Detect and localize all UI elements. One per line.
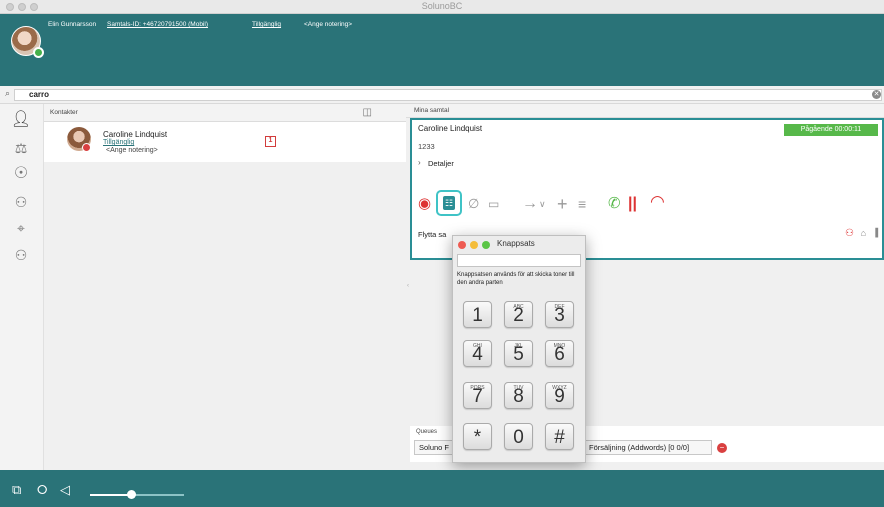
calls-header: Mina samtal	[406, 104, 884, 118]
queue-item[interactable]: Soluno F	[414, 440, 456, 455]
close-dialog-button[interactable]	[458, 241, 466, 249]
key-2[interactable]: ABC 2	[504, 301, 533, 328]
busy-status-icon	[82, 143, 91, 152]
bottom-bar	[0, 470, 884, 507]
contact-note[interactable]: <Ange notering>	[106, 147, 158, 154]
left-nav: 👤︎ ⚖︎ ☉ ⚇ ⌖ ⚇	[0, 104, 44, 470]
caller-number: 1233	[418, 142, 435, 151]
merge-calls-icon[interactable]: ≡	[578, 194, 586, 214]
clear-search-icon[interactable]: ✕	[872, 90, 881, 99]
mute-icon[interactable]: ∅	[468, 194, 479, 214]
queues-title: Queues	[416, 429, 438, 435]
search-icon: ⌕	[5, 88, 11, 98]
key-1[interactable]: 1	[463, 301, 492, 328]
transfer-icon[interactable]: →	[522, 194, 538, 214]
contacts-icon[interactable]: 👤︎	[10, 110, 32, 130]
signal-icon: ▐	[872, 228, 878, 237]
collapse-handle-icon[interactable]: ‹	[407, 283, 409, 289]
calendar-icon[interactable]: 1	[265, 136, 276, 147]
window-title: SolunoBC	[421, 1, 463, 11]
location-signal-icon[interactable]: ⌖	[10, 218, 32, 238]
key-5[interactable]: JKL 5	[504, 340, 533, 367]
tone-input[interactable]	[457, 254, 581, 267]
search-input[interactable]: carro	[14, 89, 882, 101]
contact-row[interactable]: Caroline Lindquist Tillgänglig <Ange not…	[44, 122, 406, 162]
key-7[interactable]: PQRS 7	[463, 382, 492, 409]
search-bar: carro	[0, 86, 884, 104]
details-chevron-icon[interactable]: ›	[418, 158, 421, 167]
user-status-dot	[33, 47, 44, 58]
network-icon[interactable]: ☉	[10, 164, 32, 184]
contact-status-link[interactable]: Tillgänglig	[103, 139, 134, 146]
availability-link[interactable]: Tillgänglig	[252, 21, 281, 28]
volume-knob[interactable]	[127, 490, 136, 499]
zoom-dialog-button[interactable]	[482, 241, 490, 249]
dialog-title: Knappsats	[497, 239, 535, 248]
groups-icon[interactable]: ⚖︎	[10, 138, 32, 158]
answer-icon[interactable]: ✆	[608, 194, 621, 214]
call-status-pill: Pågående 00:00:11	[784, 124, 878, 136]
title-bar: SolunoBC	[0, 0, 884, 14]
transfer-menu-chevron-icon[interactable]: ∨	[539, 194, 546, 214]
note-field[interactable]: <Ange notering>	[304, 21, 352, 28]
keypad-button[interactable]: ☷	[436, 190, 462, 216]
user-transfer-icon[interactable]: ⚇	[10, 245, 32, 265]
user-alert-icon: ⚇	[845, 228, 854, 239]
add-call-icon[interactable]: +	[557, 194, 568, 214]
call-id-link[interactable]: Samtals-ID: +46720791500 (Mobil)	[107, 21, 208, 28]
minimize-dialog-button[interactable]	[470, 241, 478, 249]
lock-icon: ⌂	[860, 228, 866, 238]
key-3[interactable]: DEF 3	[545, 301, 574, 328]
user-header: Elin Gunnarsson Samtals-ID: +46720791500…	[0, 14, 884, 86]
contacts-title: Kontakter	[50, 109, 78, 116]
transfer-label: Flytta sa	[418, 230, 447, 239]
key-4[interactable]: GHI 4	[463, 340, 492, 367]
key-star[interactable]: *	[463, 423, 492, 450]
key-6[interactable]: MNO 6	[545, 340, 574, 367]
keypad-help-text: Knappsatsen används för att skicka toner…	[457, 272, 575, 286]
hold-icon[interactable]: ||	[628, 194, 637, 214]
app-window: SolunoBC Elin Gunnarsson Samtals-ID: +46…	[0, 0, 884, 507]
speaker-icon[interactable]: ◁	[60, 483, 70, 497]
key-0[interactable]: 0	[504, 423, 533, 450]
key-hash[interactable]: #	[545, 423, 574, 450]
contacts-panel: Kontakter ◫ Caroline Lindquist Tillgängl…	[44, 104, 406, 470]
columns-icon[interactable]: ◫	[363, 107, 372, 118]
contacts-header: Kontakter ◫	[44, 104, 406, 122]
user-name: Elin Gunnarsson	[48, 21, 97, 28]
details-toggle[interactable]: Detaljer	[428, 159, 454, 168]
queue-item[interactable]: Försäljning (Addwords) [0 0/0]	[584, 440, 712, 455]
remove-queue-icon[interactable]: −	[717, 443, 727, 453]
keypad-dialog: Knappsats Knappsatsen används för att sk…	[452, 235, 586, 463]
microphone-icon[interactable]: ⭘	[37, 483, 47, 497]
contacts-list: Caroline Lindquist Tillgänglig <Ange not…	[44, 122, 406, 470]
keypad-icon: ☷	[443, 196, 455, 210]
hangup-icon[interactable]: ◠	[650, 192, 665, 212]
user-signal-icon[interactable]: ⚇	[10, 192, 32, 212]
calls-title: Mina samtal	[414, 107, 450, 114]
key-8[interactable]: TUV 8	[504, 382, 533, 409]
volume-fill	[90, 494, 131, 496]
screen-share-icon[interactable]: ⧉	[12, 483, 21, 497]
caller-name: Caroline Lindquist	[418, 124, 483, 133]
record-icon[interactable]: ◉	[418, 194, 431, 214]
key-9[interactable]: WXYZ 9	[545, 382, 574, 409]
video-icon[interactable]: ▭	[488, 194, 499, 214]
contact-name: Caroline Lindquist	[103, 130, 168, 139]
